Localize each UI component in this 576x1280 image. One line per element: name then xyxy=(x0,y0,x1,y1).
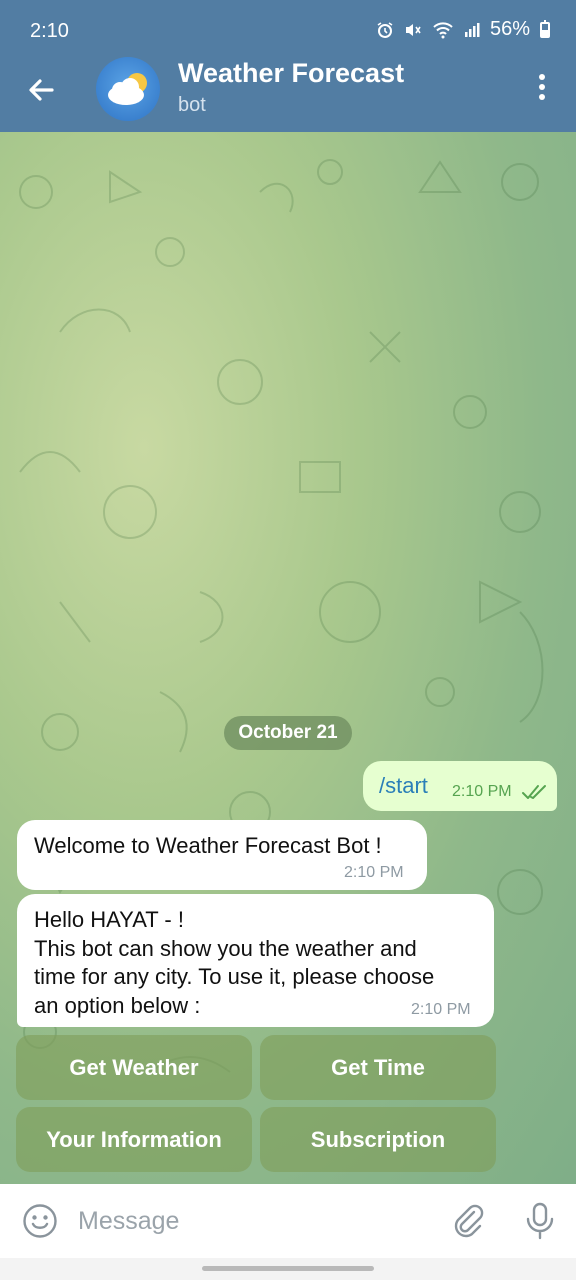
get-weather-button[interactable]: Get Weather xyxy=(16,1035,252,1100)
subscription-button[interactable]: Subscription xyxy=(260,1107,496,1172)
microphone-icon[interactable] xyxy=(522,1201,558,1241)
double-check-icon xyxy=(522,785,546,799)
message-text[interactable]: Hello HAYAT - ! This bot can show you th… xyxy=(34,906,434,1020)
status-time: 2:10 xyxy=(30,20,69,42)
incoming-message[interactable]: Hello HAYAT - ! This bot can show you th… xyxy=(17,894,494,1027)
bot-avatar[interactable] xyxy=(96,57,160,121)
get-time-button[interactable]: Get Time xyxy=(260,1035,496,1100)
signal-icon xyxy=(464,22,480,37)
wifi-icon xyxy=(433,21,453,38)
chat-header: 2:10 56% Weather Forecast bot xyxy=(0,0,576,132)
message-input[interactable] xyxy=(76,1200,440,1242)
your-information-button[interactable]: Your Information xyxy=(16,1107,252,1172)
chat-title[interactable]: Weather Forecast xyxy=(178,58,404,89)
date-separator: October 21 xyxy=(224,716,352,750)
status-icons: 56% xyxy=(376,18,550,41)
message-text[interactable]: Welcome to Weather Forecast Bot ! xyxy=(34,832,382,861)
emoji-icon[interactable] xyxy=(22,1203,58,1239)
status-bar: 2:10 56% xyxy=(0,0,576,60)
paperclip-icon[interactable] xyxy=(450,1203,486,1239)
message-time: 2:10 PM xyxy=(344,864,404,881)
incoming-message[interactable]: Welcome to Weather Forecast Bot ! 2:10 P… xyxy=(17,820,427,890)
mute-icon xyxy=(405,23,421,36)
more-menu-icon[interactable] xyxy=(532,74,552,104)
battery-percent: 56% xyxy=(489,18,530,40)
message-composer xyxy=(0,1184,576,1258)
message-time: 2:10 PM xyxy=(452,783,512,800)
message-text[interactable]: /start xyxy=(379,773,428,799)
chat-subtitle: bot xyxy=(178,94,206,116)
back-arrow-icon[interactable] xyxy=(22,70,62,110)
home-handle[interactable] xyxy=(202,1266,374,1271)
alarm-icon xyxy=(377,21,393,38)
outgoing-message[interactable]: /start 2:10 PM xyxy=(363,761,557,811)
chat-area[interactable]: October 21 /start 2:10 PM Welcome to Wea… xyxy=(0,132,576,1184)
battery-icon xyxy=(540,19,550,38)
system-nav-bar xyxy=(0,1258,576,1280)
message-time: 2:10 PM xyxy=(411,1001,471,1018)
weather-icon xyxy=(108,73,147,105)
